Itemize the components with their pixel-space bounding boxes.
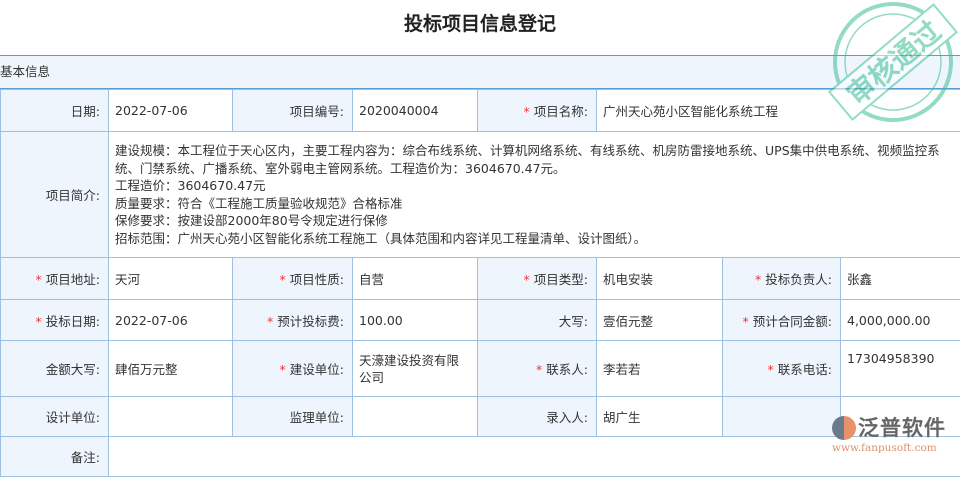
type-label: *项目类型: (478, 258, 597, 300)
fee-field[interactable]: 100.00 (353, 300, 478, 341)
builder-field[interactable]: 天濠建设投资有限公司 (353, 341, 478, 397)
required-mark: * (36, 272, 42, 287)
fanpu-logo: 泛普软件 www.fanpusoft.com (830, 412, 960, 462)
intro-line: 工程造价：3604670.47元 (115, 177, 954, 195)
upper-field[interactable]: 壹佰元整 (597, 300, 723, 341)
phone-label: *联系电话: (723, 341, 841, 397)
date-label: 日期: (1, 90, 109, 132)
required-mark: * (280, 362, 286, 377)
supervisor-field[interactable] (353, 397, 478, 437)
logo-name: 泛普软件 (858, 412, 960, 442)
project-form: 日期: 2022-07-06 项目编号: 2020040004 *项目名称: 广… (0, 89, 960, 477)
intro-line: 招标范围：广州天心苑小区智能化系统工程施工（具体范围和内容详见工程量清单、设计图… (115, 230, 954, 248)
required-mark: * (536, 362, 542, 377)
bid-date-label: *投标日期: (1, 300, 109, 341)
name-label: *项目名称: (478, 90, 597, 132)
name-field[interactable]: 广州天心苑小区智能化系统工程 (597, 90, 960, 132)
contract-label: *预计合同金额: (723, 300, 841, 341)
type-field[interactable]: 机电安装 (597, 258, 723, 300)
contact-field[interactable]: 李若若 (597, 341, 723, 397)
phone-field[interactable]: 17304958390 (841, 341, 960, 397)
remark-label: 备注: (1, 437, 109, 477)
logo-mark-icon (832, 416, 856, 440)
empty-label (723, 397, 841, 437)
intro-line: 建设规模：本工程位于天心区内，主要工程内容为：综合布线系统、计算机网络系统、有线… (115, 142, 954, 177)
date-field[interactable]: 2022-07-06 (109, 90, 233, 132)
nature-label: *项目性质: (233, 258, 353, 300)
design-field[interactable] (109, 397, 233, 437)
intro-label: 项目简介: (1, 132, 109, 258)
owner-label: *投标负责人: (723, 258, 841, 300)
required-mark: * (755, 272, 761, 287)
required-mark: * (768, 362, 774, 377)
nature-field[interactable]: 自营 (353, 258, 478, 300)
intro-field[interactable]: 建设规模：本工程位于天心区内，主要工程内容为：综合布线系统、计算机网络系统、有线… (109, 132, 960, 258)
builder-label: *建设单位: (233, 341, 353, 397)
address-field[interactable]: 天河 (109, 258, 233, 300)
amount-upper-label: 金额大写: (1, 341, 109, 397)
required-mark: * (36, 314, 42, 329)
contact-label: *联系人: (478, 341, 597, 397)
required-mark: * (743, 314, 749, 329)
logo-url: www.fanpusoft.com (832, 442, 960, 454)
contract-field[interactable]: 4,000,000.00 (841, 300, 960, 341)
page-title: 投标项目信息登记 (0, 0, 960, 55)
upper-label: 大写: (478, 300, 597, 341)
owner-field[interactable]: 张鑫 (841, 258, 960, 300)
intro-line: 保修要求：按建设部2000年80号令规定进行保修 (115, 212, 954, 230)
recorder-field[interactable]: 胡广生 (597, 397, 723, 437)
code-field[interactable]: 2020040004 (353, 90, 478, 132)
required-mark: * (267, 314, 273, 329)
supervisor-label: 监理单位: (233, 397, 353, 437)
amount-upper-field[interactable]: 肆佰万元整 (109, 341, 233, 397)
bid-date-field[interactable]: 2022-07-06 (109, 300, 233, 341)
section-header-basic-info: 基本信息 (0, 55, 960, 89)
required-mark: * (524, 272, 530, 287)
address-label: *项目地址: (1, 258, 109, 300)
design-label: 设计单位: (1, 397, 109, 437)
intro-line: 质量要求：符合《工程施工质量验收规范》合格标准 (115, 195, 954, 213)
required-mark: * (524, 104, 530, 119)
fee-label: *预计投标费: (233, 300, 353, 341)
recorder-label: 录入人: (478, 397, 597, 437)
code-label: 项目编号: (233, 90, 353, 132)
required-mark: * (280, 272, 286, 287)
